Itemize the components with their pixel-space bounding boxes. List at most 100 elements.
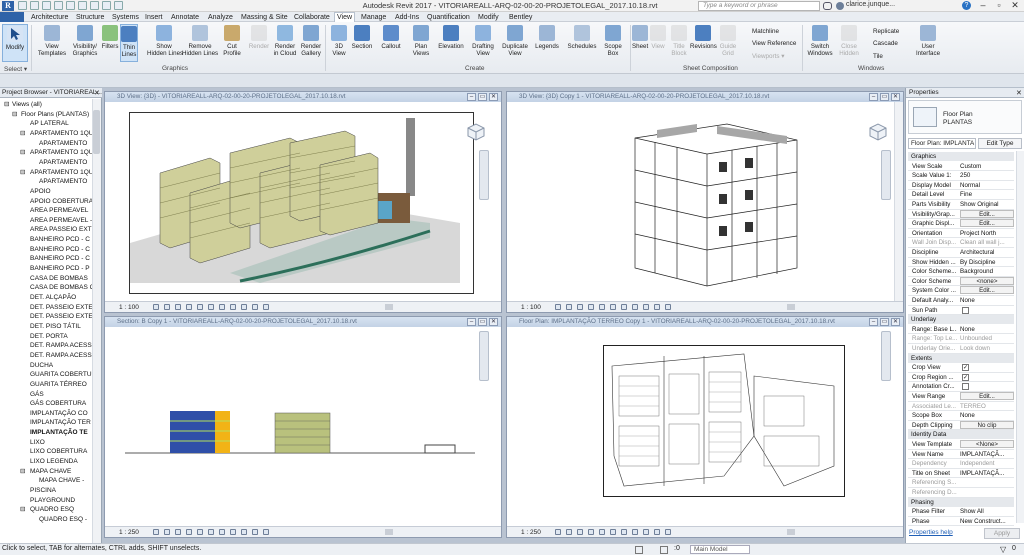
browser-item[interactable]: BANHEIRO PCD - C (30, 236, 90, 244)
crop-view-icon[interactable] (208, 529, 214, 535)
viewport-title[interactable]: Section: B Copy 1 - VITORIAREALL-ARQ-02-… (105, 317, 501, 327)
lock-icon[interactable] (252, 529, 258, 535)
properties-scrollbar[interactable] (1016, 151, 1024, 523)
browser-item[interactable]: APARTAMENTO 1QU (30, 130, 93, 138)
view-scale[interactable]: 1 : 100 (119, 304, 139, 311)
browser-scrollbar[interactable] (92, 99, 101, 543)
property-edit-button[interactable]: Edit... (960, 392, 1014, 400)
worksharing-icon[interactable] (635, 546, 643, 554)
measure-icon[interactable] (78, 1, 87, 10)
show-crop-icon[interactable] (621, 304, 627, 310)
search-input[interactable]: Type a keyword or phrase (698, 1, 820, 11)
render-in-cloud-button[interactable]: Render in Cloud (272, 24, 298, 62)
schedules-button[interactable]: Schedules (566, 24, 598, 62)
show-crop-icon[interactable] (219, 304, 225, 310)
type-selector[interactable]: Floor Plan PLANTAS (908, 100, 1022, 134)
navigation-bar[interactable] (881, 150, 891, 200)
browser-item[interactable]: DET. ALÇAPÃO (30, 294, 76, 302)
browser-item[interactable]: BANHEIRO PCD - C (30, 246, 90, 254)
temporary-hide-icon[interactable] (632, 304, 638, 310)
text-icon[interactable] (90, 1, 99, 10)
browser-item[interactable]: CASA DE BOMBAS C (30, 284, 94, 292)
analytical-icon[interactable] (263, 304, 269, 310)
tab-collaborate[interactable]: Collaborate (292, 13, 332, 22)
browser-item[interactable]: APOIO (30, 188, 51, 196)
browser-item[interactable]: MAPA CHAVE - (39, 477, 84, 485)
3d-view-button[interactable]: 3D View (330, 24, 348, 62)
section-extents[interactable]: Extents (908, 353, 1014, 363)
property-edit-button[interactable]: <none> (960, 276, 1014, 285)
sun-path-icon[interactable] (175, 529, 181, 535)
sun-path-icon[interactable] (175, 304, 181, 310)
view-button[interactable]: View (650, 24, 666, 62)
browser-item[interactable]: APARTAMENTO 1QU (30, 149, 93, 157)
close-button[interactable]: ✕ (489, 93, 498, 101)
visual-style-icon[interactable] (566, 529, 572, 535)
browser-item[interactable]: BANHEIRO PCD - P (30, 265, 90, 273)
expand-toggle-icon[interactable]: ⊟ (20, 506, 25, 514)
expand-toggle-icon[interactable]: ⊟ (20, 468, 25, 476)
temporary-hide-icon[interactable] (632, 529, 638, 535)
visual-style-icon[interactable] (164, 304, 170, 310)
browser-item[interactable]: DET. PASSEIO EXTE (30, 304, 93, 312)
navigation-bar[interactable] (881, 331, 891, 381)
viewports-dropdown[interactable]: Viewports ▾ (752, 53, 784, 61)
guide-grid-button[interactable]: Guide Grid (718, 24, 738, 62)
temporary-hide-icon[interactable] (230, 529, 236, 535)
binoculars-icon[interactable] (823, 2, 832, 10)
expand-toggle-icon[interactable]: ⊟ (20, 149, 25, 157)
section-icon[interactable] (114, 1, 123, 10)
minimize-button[interactable]: – (976, 0, 990, 11)
shadows-icon[interactable] (186, 304, 192, 310)
viewport-title[interactable]: 3D View: {3D} - VITORIAREALL-ARQ-02-00-2… (105, 92, 501, 102)
horizontal-scroll-thumb[interactable] (385, 529, 393, 535)
close-button[interactable]: ✕ (891, 93, 900, 101)
replicate-button[interactable]: Replicate (873, 28, 899, 36)
browser-item[interactable]: APARTAMENTO (39, 178, 87, 186)
minimize-button[interactable]: – (467, 93, 476, 101)
tab-annotate[interactable]: Annotate (169, 13, 201, 22)
browser-item[interactable]: GÁS COBERTURA (30, 400, 86, 408)
user-icon[interactable] (836, 2, 844, 10)
shadows-icon[interactable] (588, 529, 594, 535)
select-panel-label[interactable]: Select ▾ (4, 65, 27, 73)
property-edit-button[interactable]: <None> (960, 440, 1014, 448)
title-block-button[interactable]: Title Block (670, 24, 688, 62)
filters-button[interactable]: Filters (100, 24, 120, 62)
horizontal-scroll-thumb[interactable] (787, 529, 795, 535)
detail-level-icon[interactable] (153, 304, 159, 310)
lock-icon[interactable] (654, 529, 660, 535)
browser-item[interactable]: DET. RAMPA ACESS (30, 352, 92, 360)
browser-item[interactable]: APARTAMENTO (39, 159, 87, 167)
sun-path-icon[interactable] (577, 529, 583, 535)
user-interface-button[interactable]: User Interface (915, 24, 941, 62)
viewport-title[interactable]: Floor Plan: IMPLANTAÇÃO TERREO Copy 1 - … (507, 317, 903, 327)
open-icon[interactable] (18, 1, 27, 10)
browser-item[interactable]: LIXO (30, 439, 45, 447)
viewport-section[interactable]: Section: B Copy 1 - VITORIAREALL-ARQ-02-… (104, 316, 502, 538)
shadows-icon[interactable] (186, 529, 192, 535)
browser-item[interactable]: APARTAMENTO (39, 140, 87, 148)
browser-item[interactable]: DUCHA (30, 362, 53, 370)
cascade-button[interactable]: Cascade (873, 40, 898, 48)
crop-view-icon[interactable] (208, 304, 214, 310)
expand-toggle-icon[interactable]: ⊟ (12, 111, 17, 119)
navigation-bar[interactable] (479, 150, 489, 200)
viewport-3d[interactable]: 3D View: {3D} - VITORIAREALL-ARQ-02-00-2… (104, 91, 502, 313)
tab-structure[interactable]: Structure (74, 13, 106, 22)
tab-bentley[interactable]: Bentley (507, 13, 534, 22)
filter-icon[interactable]: ▽ (1000, 545, 1010, 554)
expand-toggle-icon[interactable]: ⊟ (4, 101, 9, 109)
save-icon[interactable] (30, 1, 39, 10)
section-identity-data[interactable]: Identity Data (908, 430, 1014, 440)
reveal-hidden-icon[interactable] (241, 529, 247, 535)
detail-level-icon[interactable] (555, 529, 561, 535)
browser-item[interactable]: PISCINA (30, 487, 56, 495)
property-edit-button[interactable]: No clip (960, 420, 1014, 429)
reveal-hidden-icon[interactable] (643, 529, 649, 535)
revit-logo-icon[interactable]: R (2, 1, 14, 11)
property-checkbox[interactable] (962, 383, 969, 391)
duplicate-view-button[interactable]: Duplicate View (500, 24, 530, 62)
redo-icon[interactable] (54, 1, 63, 10)
analytical-icon[interactable] (665, 529, 671, 535)
